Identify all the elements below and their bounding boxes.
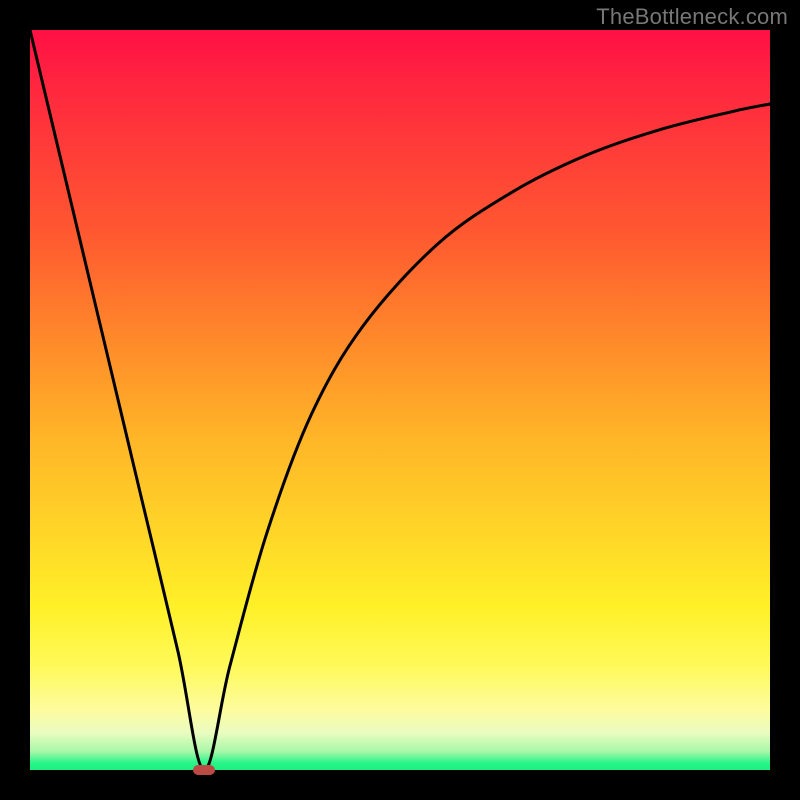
plot-area — [30, 30, 770, 770]
chart-frame: TheBottleneck.com — [0, 0, 800, 800]
watermark-text: TheBottleneck.com — [596, 4, 788, 30]
bottleneck-curve — [30, 30, 770, 770]
minimum-marker — [193, 765, 215, 775]
